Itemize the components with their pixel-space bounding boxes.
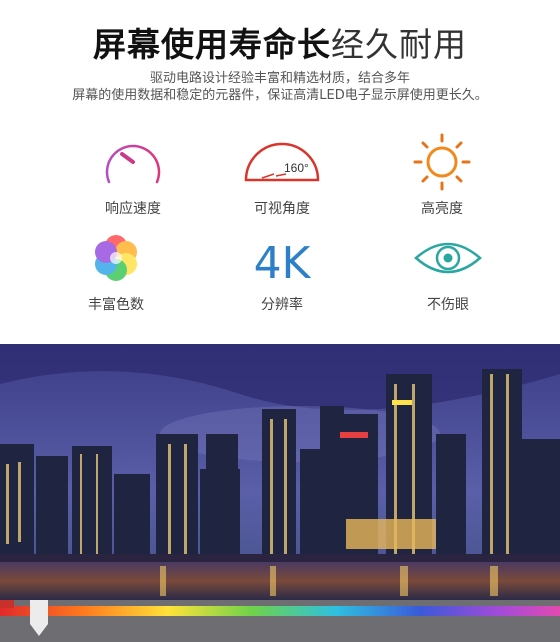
page-title: 屏幕使用寿命长经久耐用: [0, 18, 560, 66]
feature-rich-colors: 丰富色数: [56, 228, 176, 314]
angle-value: 160°: [284, 161, 309, 175]
city-skyline-image: [0, 344, 560, 642]
feature-label: 丰富色数: [88, 297, 144, 313]
feature-resolution: 4K 分辨率: [222, 228, 342, 314]
feature-label: 响应速度: [105, 201, 161, 217]
feature-label: 高亮度: [421, 201, 463, 217]
speedometer-icon: [105, 144, 161, 184]
resolution-4k-icon: 4K: [254, 238, 312, 288]
title-bold: 屏幕使用寿命长: [93, 25, 331, 64]
feature-eye-care: 不伤眼: [388, 228, 508, 314]
color-flower-icon: [95, 235, 137, 281]
description-line-1: 驱动电路设计经验丰富和精选材质，结合多年: [149, 71, 410, 86]
viewing-angle-icon: 160°: [244, 142, 320, 182]
feature-brightness: 高亮度: [382, 132, 502, 218]
feature-viewing-angle: 160° 可视角度: [222, 132, 342, 218]
resolution-value: 4K: [254, 238, 312, 288]
feature-label: 不伤眼: [427, 297, 469, 313]
sun-icon: [413, 133, 471, 191]
feature-response-speed: 响应速度: [73, 132, 193, 218]
feature-label: 分辨率: [261, 297, 303, 313]
description-line-2: 屏幕的使用数据和稳定的元器件，保证高清LED电子显示屏使用更长久。: [72, 88, 488, 103]
title-light: 经久耐用: [331, 25, 467, 64]
description: 驱动电路设计经验丰富和精选材质，结合多年 屏幕的使用数据和稳定的元器件，保证高清…: [0, 70, 560, 104]
feature-label: 可视角度: [254, 201, 310, 217]
eye-icon: [414, 242, 482, 274]
